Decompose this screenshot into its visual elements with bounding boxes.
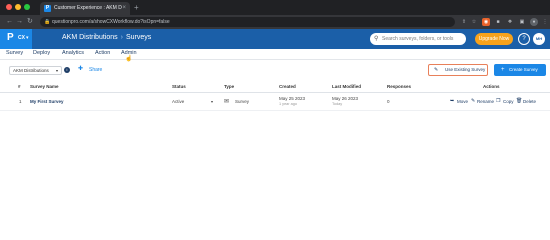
new-tab-button[interactable]: + [134,2,139,14]
back-arrow-icon[interactable]: ← [6,16,13,28]
distribution-select[interactable]: AKM Distributions ▾ [9,66,62,75]
profile-avatar-icon[interactable]: ● [530,18,538,26]
search-input[interactable]: ⚲ Search surveys, folders, or tools [370,33,466,45]
trash-icon: 🗑 [516,98,523,104]
forward-arrow-icon[interactable]: → [16,16,23,28]
search-placeholder: Search surveys, folders, or tools [382,36,454,42]
row-number: 1 [19,99,22,104]
survey-type: Survey [235,99,250,104]
pencil-icon: ✎ [471,98,476,104]
search-icon: ⚲ [374,36,379,42]
menu-action[interactable]: Action [95,50,110,56]
use-existing-survey-label: Use Existing Survey [445,67,486,72]
created-relative: 1 year ago [279,102,297,106]
column-responses[interactable]: Responses [387,84,411,89]
column-status[interactable]: Status [172,84,186,89]
last-modified-date: May 26 2023 [332,96,359,101]
questionpro-favicon-icon: P [44,5,51,12]
last-modified-relative: Today [332,102,343,106]
avatar[interactable]: MH [533,33,545,45]
column-type[interactable]: Type [224,84,234,89]
extension-grey-icon[interactable]: ■ [494,18,502,26]
column-survey-name[interactable]: Survey Name [30,84,59,89]
breadcrumb-surveys: Surveys [125,34,152,41]
browser-tab[interactable]: P Customer Experience : AKM D × [40,2,130,15]
product-label: CX [18,35,25,41]
distribution-select-value: AKM Distributions [13,68,49,73]
chevron-down-icon: ▾ [55,68,58,73]
create-survey-button[interactable]: + Create Survey [494,64,546,76]
column-last-modified[interactable]: Last Modified [332,84,361,89]
product-switcher[interactable]: P CX ▾ [0,29,32,49]
status-select[interactable]: Active ▾ [172,99,216,104]
menu-analytics[interactable]: Analytics [62,50,84,56]
breadcrumb-distribution[interactable]: AKM Distributions [62,34,118,41]
share-users-icon[interactable]: ✚ [78,65,83,72]
chevron-down-icon: ▾ [211,99,214,104]
browser-toolbar: ← → ↻ 🔒 questionpro.com/a/showCXWorkflow… [0,15,550,29]
responses-count[interactable]: 0 [387,99,390,104]
extensions-puzzle-icon[interactable]: ❖ [506,18,514,26]
column-number: # [18,84,21,89]
plus-icon: + [501,67,505,73]
extension-orange-icon[interactable]: ◉ [482,18,490,26]
menu-survey[interactable]: Survey [6,50,23,56]
move-icon: ➥ [450,98,455,104]
delete-link[interactable]: Delete [523,99,536,104]
main-menu: Survey Deploy Analytics Action Admin ☝ [0,49,550,62]
menu-deploy[interactable]: Deploy [33,50,50,56]
bookmark-star-icon[interactable]: ☆ [470,18,478,26]
column-actions: Actions [483,84,500,89]
use-existing-survey-button[interactable]: ✎ Use Existing Survey [428,64,488,76]
maximize-window-button[interactable] [24,4,30,10]
questionpro-logo-icon: P [7,32,14,43]
column-created[interactable]: Created [279,84,296,89]
minimize-window-button[interactable] [15,4,21,10]
close-window-button[interactable] [6,4,12,10]
browser-tab-strip: P Customer Experience : AKM D × + [0,0,550,15]
pencil-icon: ✎ [434,67,439,73]
table-header: # Survey Name Status Type Created Last M… [0,82,550,93]
app-header: P CX ▾ AKM Distributions › Surveys ⚲ Searc… [0,29,550,49]
lock-icon: 🔒 [44,19,51,25]
copy-icon: ❐ [496,98,501,104]
status-value: Active [172,99,185,104]
sidebar-toggle-icon[interactable]: ▣ [518,18,526,26]
move-link[interactable]: Move [457,99,468,104]
tab-title: Customer Experience : AKM D [54,5,122,11]
survey-name-link[interactable]: My First Survey [30,99,64,104]
info-icon[interactable]: i [64,67,70,73]
create-survey-label: Create Survey [509,67,538,72]
breadcrumb: AKM Distributions › Surveys [62,34,151,41]
url-text: questionpro.com/a/showCXWorkflow.do?isOp… [52,19,170,25]
help-button[interactable]: ? [518,33,530,45]
created-date: May 25 2023 [279,96,306,101]
browser-menu-icon[interactable]: ⋮ [541,18,549,26]
chevron-down-icon: ▾ [26,35,29,41]
share-link[interactable]: Share [89,67,102,73]
breadcrumb-separator: › [120,34,123,41]
surveys-toolbar: AKM Distributions ▾ i ✚ Share ✎ Use Exis… [0,60,550,82]
table-row: 1 My First Survey Active ▾ ✉ Survey May … [0,93,550,111]
address-bar[interactable]: 🔒 questionpro.com/a/showCXWorkflow.do?is… [40,17,455,27]
reload-icon[interactable]: ↻ [27,16,33,28]
rename-link[interactable]: Rename [477,99,494,104]
envelope-icon: ✉ [224,99,230,105]
upgrade-now-button[interactable]: Upgrade Now [475,33,513,45]
close-tab-icon[interactable]: × [122,2,126,15]
share-page-icon[interactable]: ⇧ [460,18,468,26]
copy-link[interactable]: Copy [503,99,514,104]
